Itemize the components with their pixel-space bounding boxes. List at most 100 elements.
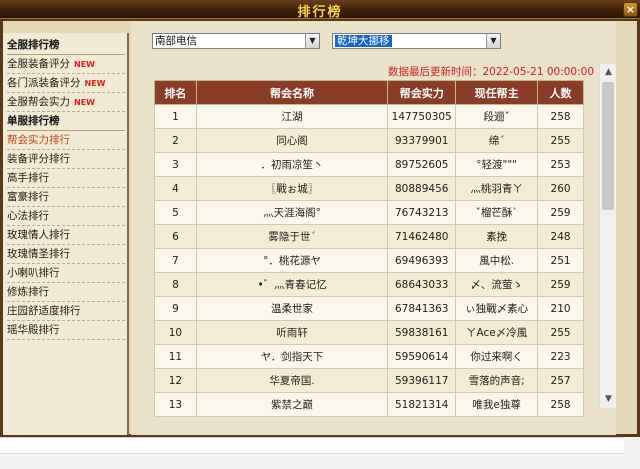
cell-members: 223 — [537, 344, 584, 369]
chevron-down-icon[interactable]: ▼ — [486, 34, 500, 48]
cell-leader: 素挽 — [455, 224, 539, 249]
table-row[interactable]: 1 江湖 147750305 段逦ˇ 258 — [154, 104, 584, 129]
cell-leader: 绵ˊ — [455, 128, 539, 153]
sidebar-item[interactable]: 帮会实力排行 — [7, 131, 125, 150]
cell-rank: 5 — [154, 200, 197, 225]
table-row[interactable]: 8 •゛灬青春记忆 68643033 〆、流萤ゝ 259 — [154, 272, 584, 297]
cell-guild-power: 51821314 — [387, 392, 457, 417]
sidebar-item-label: 全服帮会实力 — [7, 96, 70, 108]
cell-members: 251 — [537, 248, 584, 273]
column-header-rank[interactable]: 排名 — [154, 80, 197, 105]
cell-guild-power: 67841363 — [387, 296, 457, 321]
cell-rank: 13 — [154, 392, 197, 417]
scroll-thumb[interactable] — [602, 82, 614, 210]
cell-guild-name: 华夏帝国. — [195, 368, 389, 393]
scroll-down-icon[interactable]: ▼ — [600, 391, 617, 408]
cell-guild-name: 听雨轩 — [195, 320, 389, 345]
sidebar-item-label: 帮会实力排行 — [7, 134, 70, 146]
cell-guild-power: 147750305 — [387, 104, 457, 129]
cell-leader: 風中松. — [455, 248, 539, 273]
table-row[interactable]: 9 温柔世家 67841363 ぃ独戰〆素心 210 — [154, 296, 584, 321]
cell-guild-name: 灬天涯海阁° — [195, 200, 389, 225]
table-row[interactable]: 10 听雨轩 59838161 ㄚAce〆冷風 255 — [154, 320, 584, 345]
sidebar-item[interactable]: 富豪排行 — [7, 188, 125, 207]
table-row[interactable]: 5 灬天涯海阁° 76743213 ˇ榴芒酥ˋ 259 — [154, 200, 584, 225]
table-row[interactable]: 13 紫禁之巅 51821314 唯我e独尊 258 — [154, 392, 584, 417]
cell-leader: 段逦ˇ — [455, 104, 539, 129]
table-row[interactable]: 2 同心阁 93379901 绵ˊ 255 — [154, 128, 584, 153]
table-header-row: 排名 帮会名称 帮会实力 现任帮主 人数 — [154, 80, 584, 105]
table-row[interactable]: 12 华夏帝国. 59396117 雪落的声音; 257 — [154, 368, 584, 393]
cell-guild-name: •゛灬青春记忆 — [195, 272, 389, 297]
cell-members: 255 — [537, 320, 584, 345]
cell-members: 259 — [537, 272, 584, 297]
sidebar-item-label: 单服排行榜 — [7, 115, 60, 127]
cell-guild-name: 〖戰ぉ城〗 — [195, 176, 389, 201]
cell-leader: °轻渡""" — [455, 152, 539, 177]
cell-leader: ぃ独戰〆素心 — [455, 296, 539, 321]
sidebar-item[interactable]: 高手排行 — [7, 169, 125, 188]
new-badge: NEW — [74, 98, 95, 107]
cell-guild-power: 69496393 — [387, 248, 457, 273]
sidebar-item-label: 玫瑰情圣排行 — [7, 248, 70, 260]
cell-rank: 9 — [154, 296, 197, 321]
cell-rank: 3 — [154, 152, 197, 177]
table-row[interactable]: 3 ．初雨凉笙丶 89752605 °轻渡""" 253 — [154, 152, 584, 177]
cell-guild-power: 80889456 — [387, 176, 457, 201]
chevron-down-icon[interactable]: ▼ — [305, 34, 319, 48]
sidebar-item[interactable]: 心法排行 — [7, 207, 125, 226]
cell-leader: 〆、流萤ゝ — [455, 272, 539, 297]
sidebar-item[interactable]: 修炼排行 — [7, 283, 125, 302]
cell-leader: 唯我e独尊 — [455, 392, 539, 417]
cell-guild-power: 93379901 — [387, 128, 457, 153]
new-badge: NEW — [84, 79, 106, 88]
cell-leader: 你过来啊く — [455, 344, 539, 369]
table-row[interactable]: 6 雾隐于世ˊ 71462480 素挽 248 — [154, 224, 584, 249]
cell-rank: 7 — [154, 248, 197, 273]
sidebar-item[interactable]: 玫瑰情圣排行 — [7, 245, 125, 264]
close-button[interactable]: × — [623, 2, 638, 17]
sidebar-item-label: 修炼排行 — [7, 286, 49, 298]
column-header-guild-name[interactable]: 帮会名称 — [195, 80, 389, 105]
region-select[interactable]: 南部电信 ▼ — [152, 33, 320, 49]
window-title: 排行榜 — [297, 5, 343, 20]
sidebar-item-label: 心法排行 — [7, 210, 49, 222]
sidebar-item[interactable]: 玫瑰情人排行 — [7, 226, 125, 245]
cell-guild-power: 71462480 — [387, 224, 457, 249]
cell-guild-power: 76743213 — [387, 200, 457, 225]
cell-guild-name: ヤ．剑指天下 — [195, 344, 389, 369]
sidebar-item-label: 各门派装备评分 — [7, 77, 81, 89]
table-row[interactable]: 4 〖戰ぉ城〗 80889456 灬桃羽青ㄚ 260 — [154, 176, 584, 201]
cell-guild-power: 59396117 — [387, 368, 457, 393]
sidebar-item[interactable]: 装备评分排行 — [7, 150, 125, 169]
sidebar-item[interactable]: 各门派装备评分 NEW — [7, 74, 125, 93]
sidebar-item[interactable]: 瑶华殿排行 — [7, 321, 125, 340]
column-header-leader[interactable]: 现任帮主 — [455, 80, 539, 105]
cell-rank: 8 — [154, 272, 197, 297]
sidebar-item-label: 全服装备评分 — [7, 58, 70, 70]
sidebar-item[interactable]: 小喇叭排行 — [7, 264, 125, 283]
column-header-members[interactable]: 人数 — [537, 80, 584, 105]
table-row[interactable]: 7 °．桃花源ヤ 69496393 風中松. 251 — [154, 248, 584, 273]
cell-rank: 6 — [154, 224, 197, 249]
sidebar-item[interactable]: 庄园舒适度排行 — [7, 302, 125, 321]
cell-rank: 12 — [154, 368, 197, 393]
table-row[interactable]: 11 ヤ．剑指天下 59590614 你过来啊く 223 — [154, 344, 584, 369]
cell-members: 258 — [537, 104, 584, 129]
cell-guild-power: 59590614 — [387, 344, 457, 369]
sidebar-section-header: 单服排行榜 — [7, 112, 125, 131]
sidebar-item[interactable]: 全服装备评分 NEW — [7, 55, 125, 74]
horizontal-scrollbar[interactable] — [0, 453, 624, 469]
cell-leader: 雪落的声音; — [455, 368, 539, 393]
cell-guild-name: 雾隐于世ˊ — [195, 224, 389, 249]
cell-members: 258 — [537, 392, 584, 417]
cell-guild-power: 68643033 — [387, 272, 457, 297]
cell-members: 210 — [537, 296, 584, 321]
cell-rank: 10 — [154, 320, 197, 345]
server-select[interactable]: 乾坤大挪移 ▼ — [332, 33, 501, 49]
column-header-guild-power[interactable]: 帮会实力 — [387, 80, 457, 105]
scroll-up-icon[interactable]: ▲ — [600, 64, 617, 81]
sidebar-item[interactable]: 全服帮会实力 NEW — [7, 93, 125, 112]
table-scrollbar[interactable]: ▲ ▼ — [599, 64, 616, 408]
sidebar-item-label: 玫瑰情人排行 — [7, 229, 70, 241]
